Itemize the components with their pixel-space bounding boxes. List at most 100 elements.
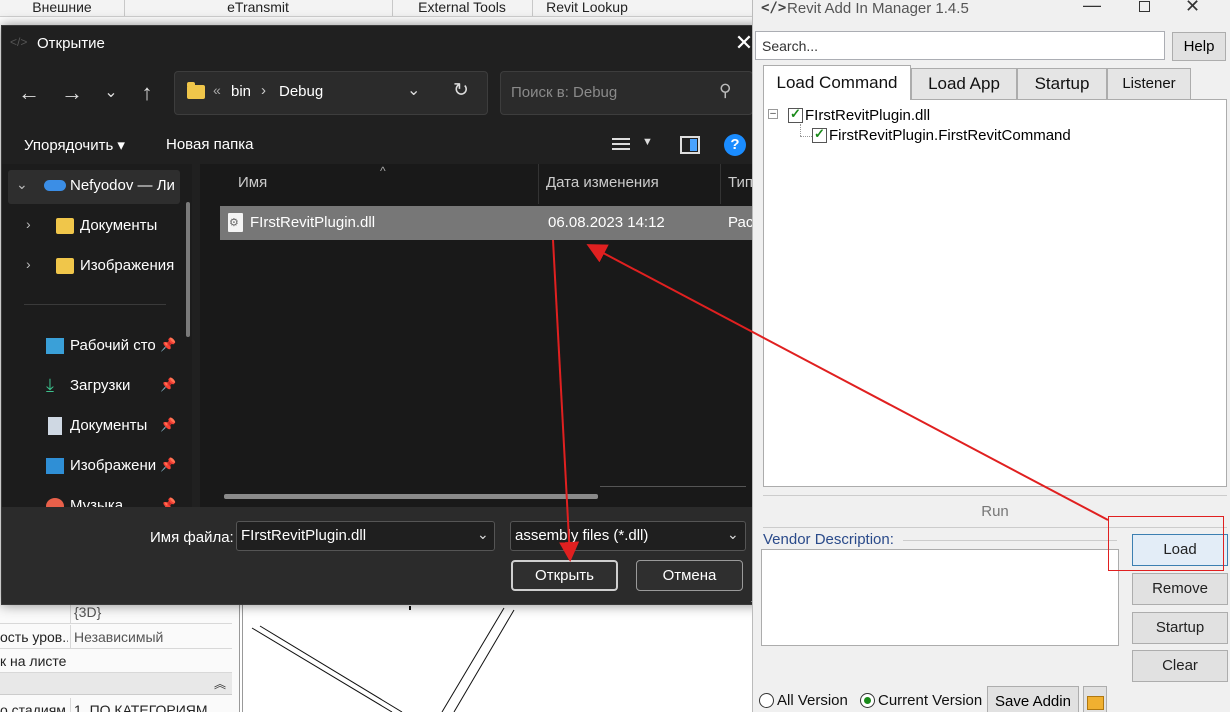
recent-locations-chevron-icon[interactable]: ⌄ [96, 78, 126, 108]
up-arrow-icon[interactable]: ↑ [132, 78, 162, 108]
nav-item-documents[interactable]: › Документы [26, 211, 186, 241]
open-button[interactable]: Открыть [511, 560, 618, 591]
save-addin-button[interactable]: Save Addin [987, 686, 1079, 712]
current-version-label[interactable]: Current Version [878, 692, 982, 709]
breadcrumb-debug[interactable]: Debug [279, 83, 323, 100]
chevron-right-icon[interactable]: › [26, 216, 31, 232]
download-icon: ⤓ [46, 375, 54, 395]
chevron-down-icon[interactable]: ⌄ [16, 176, 28, 193]
help-button[interactable]: Help [1172, 32, 1226, 61]
forward-arrow-icon[interactable]: → [57, 78, 87, 108]
ribbon-tab-etransmit[interactable]: eTransmit [124, 0, 392, 16]
pin-icon[interactable]: 📌 [160, 497, 176, 507]
nav-item-downloads[interactable]: ⤓ Загрузки 📌 [46, 371, 178, 401]
file-row[interactable]: FIrstRevitPlugin.dll 06.08.2023 14:12 Ра… [220, 206, 763, 240]
breadcrumb-bin[interactable]: bin [231, 83, 251, 100]
current-version-radio[interactable] [860, 693, 875, 708]
breadcrumb-separator-icon[interactable]: › [261, 82, 266, 99]
chevron-down-icon[interactable]: ⌄ [477, 526, 489, 543]
help-icon[interactable]: ? [724, 134, 746, 156]
chevron-up-icon[interactable]: ︽ [214, 675, 226, 692]
tab-load-command[interactable]: Load Command [763, 65, 911, 100]
image-icon [46, 458, 64, 474]
open-folder-button[interactable] [1083, 686, 1107, 712]
pin-icon[interactable]: 📌 [160, 417, 176, 433]
view-dropdown-icon[interactable]: ▼ [642, 136, 653, 148]
ribbon-tab-external-tools[interactable]: External Tools [392, 0, 532, 16]
pin-icon[interactable]: 📌 [160, 377, 176, 393]
search-icon[interactable]: ⚲ [719, 81, 731, 101]
tab-listener[interactable]: Listener [1107, 68, 1191, 99]
folder-icon [56, 258, 74, 274]
scroll-track [600, 486, 746, 487]
nav-item-onedrive[interactable]: ⌄ Nefyodov — Ли [16, 171, 186, 201]
close-icon[interactable]: ✕ [1185, 0, 1200, 17]
preview-pane-icon[interactable] [680, 136, 700, 154]
dll-file-icon [228, 213, 243, 232]
horizontal-scrollbar[interactable] [224, 494, 598, 499]
all-version-label[interactable]: All Version [777, 692, 848, 709]
ribbon-tab-external[interactable]: Внешние [0, 0, 124, 16]
drawing-canvas[interactable] [241, 600, 760, 712]
nav-item-images[interactable]: › Изображения [26, 251, 186, 281]
dialog-title-bar[interactable]: </> Открытие ✕ [2, 26, 763, 62]
properties-group-header[interactable]: ︽ [0, 673, 232, 695]
pin-icon[interactable]: 📌 [160, 457, 176, 473]
chevron-down-icon[interactable]: ⌄ [407, 80, 420, 100]
nav-item-quick-images[interactable]: Изображени 📌 [46, 451, 178, 481]
command-tree: – FIrstRevitPlugin.dll FirstRevitPlugin.… [763, 99, 1227, 487]
column-header-type[interactable]: Тип [728, 174, 753, 191]
nav-item-quick-documents[interactable]: Документы 📌 [46, 411, 178, 441]
startup-button[interactable]: Startup [1132, 612, 1228, 644]
column-header-name[interactable]: Имя [238, 174, 267, 191]
chevron-right-icon[interactable]: › [26, 256, 31, 272]
search-input[interactable]: Search... [755, 31, 1165, 60]
property-value: 1. ПО КАТЕГОРИЯМ [70, 698, 208, 712]
tree-connector [800, 124, 801, 136]
new-folder-button[interactable]: Новая папка [166, 136, 253, 153]
clear-button[interactable]: Clear [1132, 650, 1228, 682]
collapse-icon[interactable]: – [768, 109, 778, 119]
nav-divider [24, 304, 166, 305]
maximize-icon[interactable] [1139, 1, 1150, 12]
tab-startup[interactable]: Startup [1017, 68, 1107, 99]
nav-item-label: Nefyodov — Ли [70, 177, 175, 194]
chevron-down-icon[interactable]: ⌄ [727, 526, 739, 543]
cancel-button[interactable]: Отмена [636, 560, 743, 591]
ribbon-tab-revit-lookup[interactable]: Revit Lookup [532, 0, 642, 16]
address-bar[interactable]: « bin › Debug ⌄ ↻ [174, 71, 488, 115]
property-row[interactable]: к на листе [0, 649, 232, 673]
filename-input[interactable]: FIrstRevitPlugin.dll ⌄ [236, 521, 495, 551]
nav-item-desktop[interactable]: Рабочий сто 📌 [46, 331, 178, 361]
drawing-lines [241, 600, 515, 712]
dialog-title: Открытие [37, 35, 105, 52]
search-input[interactable]: Поиск в: Debug ⚲ [500, 71, 753, 115]
remove-button[interactable]: Remove [1132, 573, 1228, 605]
dialog-footer: Имя файла: FIrstRevitPlugin.dll ⌄ assemb… [2, 507, 763, 604]
nav-scrollbar[interactable] [186, 202, 190, 337]
tree-child-label[interactable]: FirstRevitPlugin.FirstRevitCommand [829, 127, 1071, 144]
breadcrumb-overflow-icon[interactable]: « [213, 82, 221, 98]
column-separator[interactable] [538, 164, 539, 204]
tree-root-label[interactable]: FIrstRevitPlugin.dll [805, 107, 930, 124]
all-version-radio[interactable] [759, 693, 774, 708]
tree-root-checkbox[interactable] [788, 106, 803, 123]
property-row[interactable]: ость уров... Независимый [0, 625, 232, 649]
vendor-description-textarea[interactable] [761, 549, 1119, 646]
column-header-date[interactable]: Дата изменения [546, 174, 659, 191]
navigation-pane: ⌄ Nefyodov — Ли › Документы › Изображени… [2, 164, 192, 507]
tree-child-checkbox[interactable] [812, 126, 827, 143]
organize-menu-button[interactable]: Упорядочить ▾ [24, 136, 125, 154]
search-placeholder: Search... [762, 38, 819, 54]
refresh-icon[interactable]: ↻ [453, 79, 469, 102]
nav-item-music[interactable]: Музыка 📌 [46, 491, 178, 507]
property-row[interactable]: о стадиям 1. ПО КАТЕГОРИЯМ [0, 698, 232, 712]
filetype-select[interactable]: assembly files (*.dll) ⌄ [510, 521, 746, 551]
back-arrow-icon[interactable]: ← [14, 78, 44, 108]
nav-item-label: Изображения [80, 257, 175, 274]
view-list-icon[interactable] [610, 136, 632, 154]
minimize-icon[interactable]: — [1083, 0, 1101, 16]
tab-load-app[interactable]: Load App [911, 68, 1017, 99]
column-separator[interactable] [720, 164, 721, 204]
pin-icon[interactable]: 📌 [160, 337, 176, 353]
